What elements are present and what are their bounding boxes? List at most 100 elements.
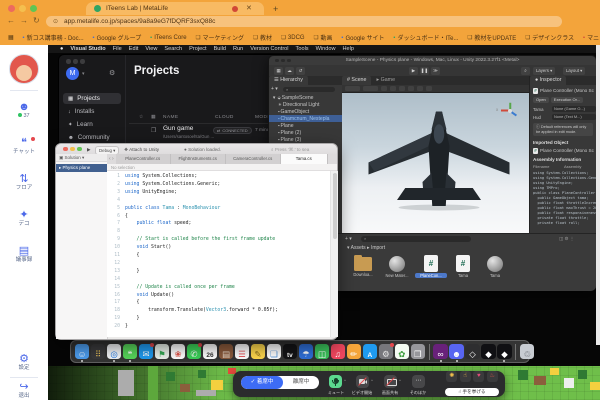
account-icon[interactable]: ▦ [274, 67, 283, 75]
vs-code-editor[interactable]: 1using System.Collections;2using System.… [107, 171, 330, 337]
layout-dropdown[interactable]: Layout ▾ [563, 67, 585, 75]
execution-order-button[interactable]: Execution Or... [551, 97, 583, 103]
menu-item-run[interactable]: Run [233, 46, 243, 52]
bookmark-item[interactable]: ▪ダッシュボード・ITe... [394, 33, 459, 42]
vs-tab-flightinstruments-cs[interactable]: FlightInstruments.cs [171, 154, 226, 164]
clap-reaction[interactable]: ✺ [446, 371, 457, 382]
raise-hand-button[interactable]: ☝ 手を挙げる [445, 388, 499, 396]
unity-hub-icon[interactable]: ◇ [465, 344, 479, 358]
facetime-icon[interactable]: ✆ [187, 344, 201, 358]
bookmark-item[interactable]: ❏マーケティング [196, 33, 244, 42]
bookmark-item[interactable]: ❏教材 [253, 33, 272, 42]
hierarchy-item[interactable]: ▪Plane (2) [269, 129, 351, 136]
pages-icon[interactable]: ✏ [347, 344, 361, 358]
vs-titlebar[interactable]: ▶ Debug ▾ ❖ Attach to Unity ● Solution l… [56, 144, 337, 154]
tab-close-icon[interactable]: ✕ [246, 4, 252, 12]
menu-app-name[interactable]: Visual Studio [70, 46, 105, 52]
calendar-icon[interactable]: 26 [203, 344, 217, 358]
scroll-thumb[interactable] [333, 173, 337, 239]
visual-studio-icon[interactable]: ∞ [433, 344, 447, 358]
asset-script[interactable]: #Tama [447, 254, 479, 278]
site-info-icon[interactable]: ⊙ [53, 18, 58, 25]
roblox-studio-icon[interactable]: ❒ [411, 344, 425, 358]
vs-solution-header[interactable]: ▣ Solution ▾ [56, 154, 107, 162]
bookmark-item[interactable]: ❏動画 [314, 33, 333, 42]
vs-solution-item[interactable]: ▸ Physics plane [56, 164, 107, 172]
menu-item-project[interactable]: Project [189, 46, 206, 52]
sidebar-item-minutes[interactable]: ▤議事録 [0, 245, 48, 263]
hub-col-name[interactable]: NAME [163, 115, 178, 120]
sidebar-item-members[interactable]: ☻37 [0, 101, 48, 119]
more-button[interactable]: ⋯ [412, 375, 425, 388]
vs-close-button[interactable] [63, 147, 68, 152]
grid-toggle-icon[interactable] [381, 86, 387, 92]
layers-dropdown[interactable]: Layers ▾ [533, 67, 555, 75]
launchpad-icon[interactable]: ⠿ [91, 344, 105, 358]
presence-toggle[interactable]: ✓ 着席中 離席中 [241, 376, 319, 389]
page-scrollbar[interactable] [596, 45, 600, 345]
vs-tab-planecontroller-cs[interactable]: PlaneController.cs [116, 154, 171, 164]
2d-toggle-icon[interactable] [390, 86, 396, 92]
unity-editor-icon[interactable]: ◆ [481, 344, 495, 358]
vs-zoom-button[interactable] [77, 147, 82, 152]
asset-material[interactable]: New Mater... [381, 254, 413, 278]
menu-item-build[interactable]: Build [214, 46, 226, 52]
maps-icon[interactable]: ⚑ [155, 344, 169, 358]
vs-tab-cameracontroller-cs[interactable]: CameraController.cs [226, 154, 281, 164]
browser-tab[interactable]: ITeens Lab | MetaLife ✕ [86, 2, 264, 15]
finder-icon[interactable]: ☺ [75, 344, 89, 358]
discord-icon[interactable]: ☻ [449, 344, 463, 358]
cloud-icon[interactable]: ☁ [285, 67, 294, 75]
hub-nav-community[interactable]: ☻Community [63, 132, 121, 143]
bookmark-item[interactable]: ▪Google グループ [93, 33, 142, 42]
bookmark-item[interactable]: ▪ITeens Core [150, 35, 186, 41]
journal-icon[interactable]: ▤ [219, 344, 233, 358]
cloud-status-badge[interactable]: ⇄CONNECTED [213, 127, 252, 134]
project-add-button[interactable]: + ▾ [345, 236, 352, 242]
mute-button[interactable] [329, 375, 342, 388]
notes-icon[interactable]: ✎ [251, 344, 265, 358]
menu-item-help[interactable]: Help [343, 46, 355, 52]
sidebar-item-settings[interactable]: ⚙ 設定 [0, 353, 48, 371]
hub-col-cloud[interactable]: CLOUD [215, 115, 234, 120]
heart-reaction[interactable]: ♥ [473, 371, 484, 382]
app-store-icon[interactable]: A [363, 344, 377, 358]
messages-icon[interactable]: ❝ [123, 344, 137, 358]
forward-icon[interactable]: → [20, 16, 28, 25]
weather-icon[interactable]: ☂ [299, 344, 313, 358]
menu-item-version-control[interactable]: Version Control [250, 46, 288, 52]
green-plant-app-icon[interactable]: ✿ [395, 344, 409, 358]
global-toggle[interactable] [363, 86, 378, 92]
menu-item-view[interactable]: View [145, 46, 157, 52]
bookmark-item[interactable]: ❏デザインクラス [525, 33, 574, 42]
vs-minimize-button[interactable] [70, 147, 75, 152]
hierarchy-item[interactable]: ▪Plane [269, 122, 351, 129]
vs-attach-button[interactable]: ❖ Attach to Unity [124, 147, 159, 153]
lighting-toggle-icon[interactable] [399, 86, 405, 92]
asset-folder[interactable]: Downloa... [347, 254, 379, 277]
screen-share-button[interactable] [384, 375, 397, 388]
search-icon[interactable]: ⌕ [521, 67, 530, 75]
vs-search-box[interactable]: ⌕ Press '⌘.' to sea [271, 147, 309, 153]
menu-item-tools[interactable]: Tools [296, 46, 309, 52]
window-zoom-button[interactable] [30, 5, 37, 12]
menu-item-window[interactable]: Window [316, 46, 336, 52]
hub-nav-installs[interactable]: ↓Installs [63, 106, 121, 117]
start-video-button[interactable] [356, 375, 369, 388]
seated-status-button[interactable]: ✓ 着席中 [241, 376, 283, 389]
video-options-chevron-icon[interactable]: ^ [371, 378, 373, 383]
unity-editor-icon-2[interactable]: ◆ [497, 344, 511, 358]
bookmark-item[interactable]: ▪Google サイト [342, 33, 385, 42]
settings-icon[interactable]: ⚙ [379, 344, 393, 358]
gizmos-toggle-icon[interactable] [426, 86, 432, 92]
avatar[interactable] [9, 54, 39, 84]
scene-viewport[interactable]: x [342, 93, 529, 233]
object-field[interactable]: None (Text M...) [552, 114, 596, 120]
sidebar-item-deco[interactable]: ✦デコ [0, 209, 48, 227]
bookmark-item[interactable]: ❏教材をUPDATE [467, 33, 516, 42]
hub-account-avatar[interactable]: M [66, 67, 79, 80]
thumbs-up-reaction[interactable]: ☝ [460, 371, 471, 382]
vs-run-icon[interactable]: ▶ [87, 147, 91, 153]
tab-game[interactable]: ▸ Game [371, 76, 400, 85]
orientation-gizmo[interactable]: x [500, 101, 520, 121]
